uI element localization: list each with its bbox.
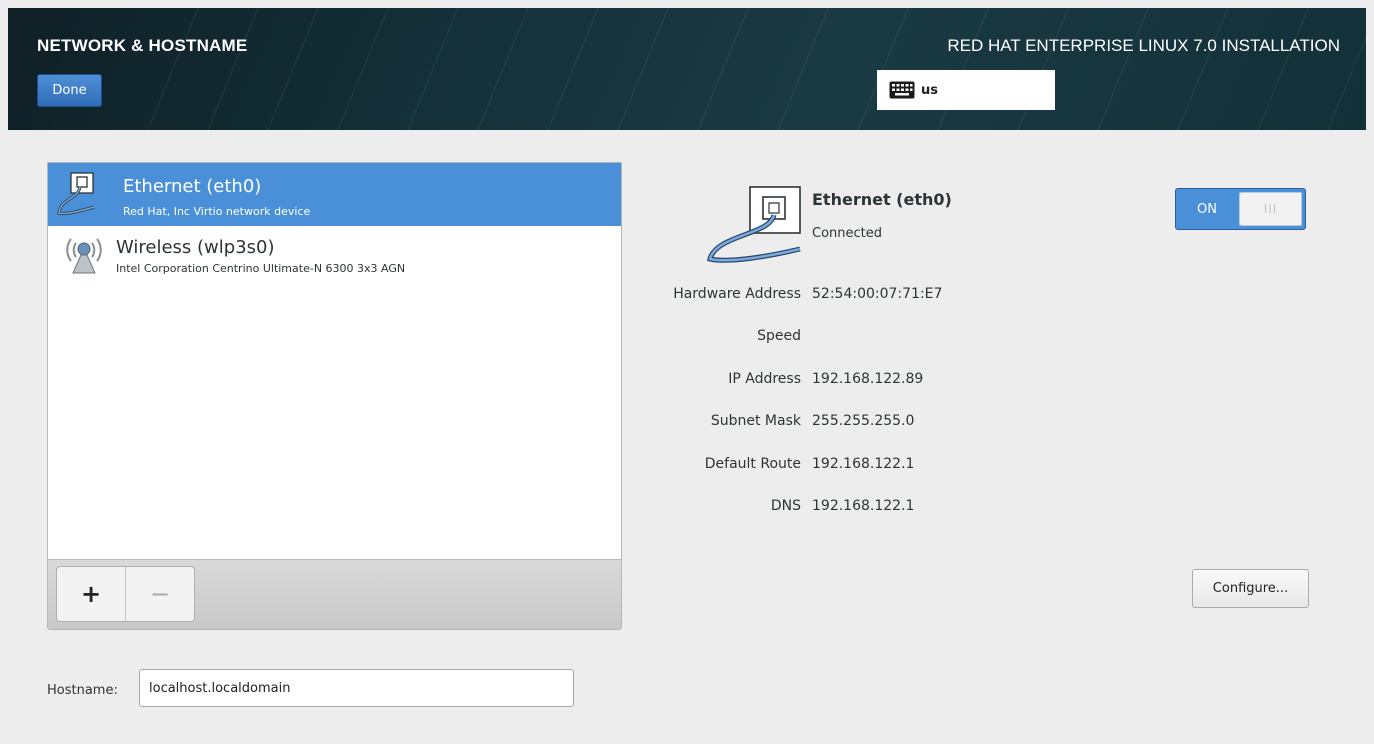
property-key: DNS — [770, 498, 801, 514]
ethernet-large-icon — [706, 186, 801, 263]
keyboard-layout-indicator[interactable]: us — [877, 70, 1055, 110]
switch-on-label: ON — [1197, 201, 1217, 217]
property-row-speed: Speed — [630, 328, 1250, 348]
spoke-title: NETWORK & HOSTNAME — [37, 36, 248, 55]
property-row-subnet-mask: Subnet Mask 255.255.255.0 — [630, 413, 1250, 433]
configure-button[interactable]: Configure... — [1192, 569, 1309, 608]
switch-knob[interactable]: III — [1239, 192, 1302, 226]
add-remove-button-group: + − — [56, 566, 195, 622]
hostname-label: Hostname: — [47, 683, 118, 698]
property-row-ip-address: IP Address 192.168.122.89 — [630, 371, 1250, 391]
property-row-hardware-address: Hardware Address 52:54:00:07:71:E7 — [630, 286, 1250, 306]
property-value: 52:54:00:07:71:E7 — [812, 286, 943, 302]
property-key: Subnet Mask — [710, 413, 801, 429]
property-value: 192.168.122.89 — [812, 371, 924, 387]
property-row-default-route: Default Route 192.168.122.1 — [630, 456, 1250, 476]
property-key: Hardware Address — [673, 286, 801, 302]
detail-device-name: Ethernet (eth0) — [812, 190, 952, 209]
device-list-toolbar: + − — [47, 560, 622, 630]
add-device-button[interactable]: + — [57, 567, 126, 621]
property-value: 192.168.122.1 — [812, 456, 915, 472]
device-name: Ethernet (eth0) — [123, 176, 262, 197]
keyboard-icon — [889, 81, 915, 99]
wireless-icon — [66, 238, 102, 274]
property-value: 192.168.122.1 — [812, 498, 915, 514]
property-row-dns: DNS 192.168.122.1 — [630, 498, 1250, 518]
detail-connection-status: Connected — [812, 226, 883, 241]
device-description: Intel Corporation Centrino Ultimate-N 63… — [116, 262, 406, 275]
property-value: 255.255.255.0 — [812, 413, 915, 429]
property-key: IP Address — [728, 371, 801, 387]
network-device-list: Ethernet (eth0) Red Hat, Inc Virtio netw… — [47, 162, 622, 560]
product-title: RED HAT ENTERPRISE LINUX 7.0 INSTALLATIO… — [947, 36, 1340, 55]
header-stripes-decoration — [147, 8, 1366, 130]
header-bar: NETWORK & HOSTNAME Done RED HAT ENTERPRI… — [8, 8, 1366, 130]
remove-device-button[interactable]: − — [126, 567, 194, 621]
done-button[interactable]: Done — [37, 74, 102, 107]
property-key: Speed — [757, 328, 801, 344]
list-item-wireless[interactable]: Wireless (wlp3s0) Intel Corporation Cent… — [48, 226, 621, 289]
hostname-input[interactable] — [139, 669, 574, 707]
list-item-ethernet[interactable]: Ethernet (eth0) Red Hat, Inc Virtio netw… — [48, 163, 621, 226]
property-key: Default Route — [704, 456, 801, 472]
device-on-off-switch[interactable]: ON III — [1175, 188, 1306, 230]
keyboard-layout-label: us — [921, 82, 938, 98]
ethernet-icon — [57, 172, 95, 215]
device-description: Red Hat, Inc Virtio network device — [123, 205, 311, 218]
device-name: Wireless (wlp3s0) — [116, 237, 275, 258]
